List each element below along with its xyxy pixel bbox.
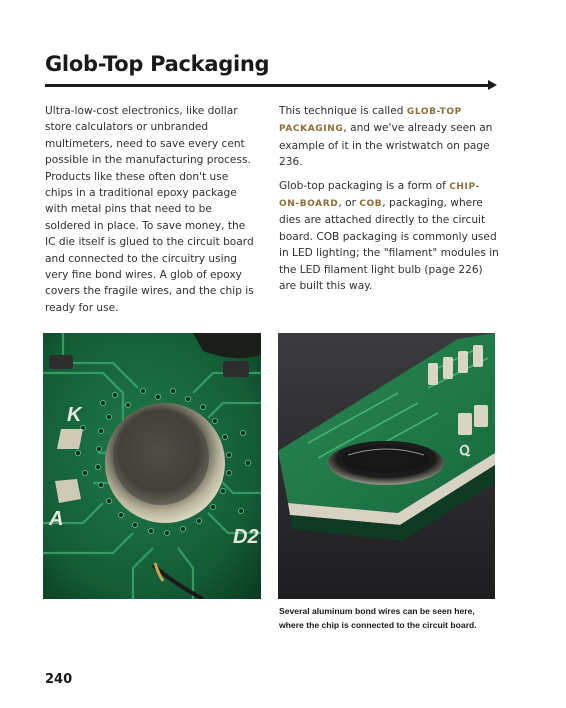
circuit-board-photo: K A D2: [43, 333, 261, 599]
text-run: This technique is called: [279, 105, 407, 117]
right-column: This technique is called GLOB-TOP PACKAG…: [279, 103, 499, 301]
page-number: 240: [45, 672, 73, 687]
pcb-label-a: A: [48, 508, 63, 530]
page-title: Glob-Top Packaging: [45, 52, 270, 76]
caption-line: where the chip is connected to the circu…: [279, 620, 477, 630]
pcb-label-k: K: [67, 404, 83, 426]
cob-paragraph: Glob-top packaging is a form of CHIP-ON-…: [279, 178, 499, 295]
figure-caption: Several aluminum bond wires can be seen …: [279, 604, 499, 632]
intro-paragraph: Ultra-low-cost electronics, like dollar …: [45, 105, 254, 314]
circuit-board-illustration: K A D2: [43, 333, 261, 599]
left-column: Ultra-low-cost electronics, like dollar …: [45, 103, 259, 323]
technique-paragraph: This technique is called GLOB-TOP PACKAG…: [279, 103, 499, 171]
pcb-label-d2: D2: [233, 526, 259, 548]
title-rule: [45, 84, 491, 87]
text-run: Glob-top packaging is a form of: [279, 179, 450, 192]
caption-line: Several aluminum bond wires can be seen …: [279, 606, 475, 616]
arrow-icon: [488, 80, 497, 90]
bond-wires-illustration: Q: [278, 333, 495, 599]
text-run: , or: [338, 197, 360, 210]
bond-wires-photo: Q: [278, 333, 495, 599]
cob-term: COB: [359, 199, 383, 210]
text-run: , packaging, where dies are attached dir…: [279, 197, 499, 293]
